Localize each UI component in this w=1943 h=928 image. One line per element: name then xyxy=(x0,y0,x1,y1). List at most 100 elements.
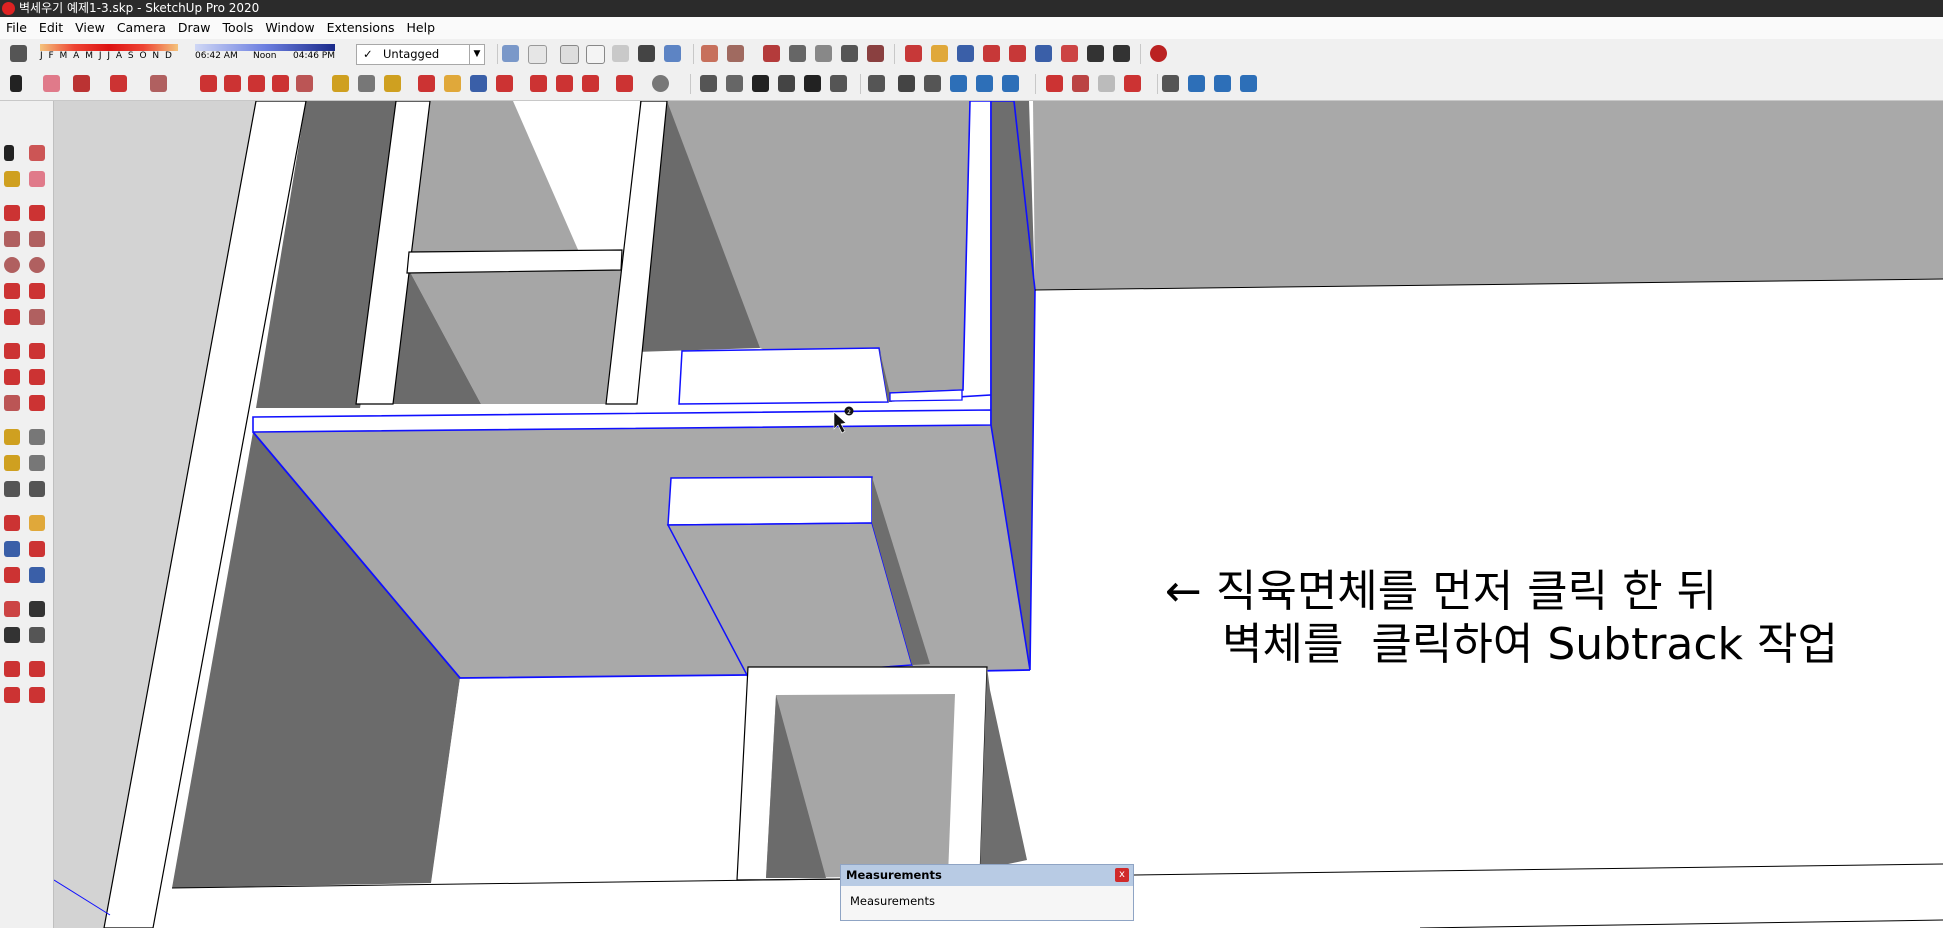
box-upper-top[interactable] xyxy=(678,347,889,405)
previous-view-icon[interactable] xyxy=(1035,45,1052,62)
rotate-icon[interactable] xyxy=(4,369,20,385)
pan-icon[interactable] xyxy=(29,515,45,531)
scale-icon[interactable] xyxy=(296,75,313,92)
hidden-line-icon[interactable] xyxy=(976,75,993,92)
zoom-extents-icon[interactable] xyxy=(1009,45,1026,62)
wireframe-icon[interactable] xyxy=(950,75,967,92)
menu-help[interactable]: Help xyxy=(401,17,442,39)
user-account-icon[interactable] xyxy=(652,75,669,92)
menu-window[interactable]: Window xyxy=(259,17,320,39)
box-lower-top[interactable] xyxy=(667,476,873,526)
outer-shell-icon[interactable] xyxy=(763,45,780,62)
union-icon[interactable] xyxy=(815,45,832,62)
menu-tools[interactable]: Tools xyxy=(217,17,260,39)
previous-icon[interactable] xyxy=(29,567,45,583)
shaded-icon[interactable] xyxy=(638,45,655,62)
shadow-time-slider[interactable]: 06:42 AM Noon 04:46 PM xyxy=(195,44,335,66)
chevron-down-icon[interactable]: ▼ xyxy=(469,45,484,64)
look-around-icon[interactable] xyxy=(29,601,45,617)
select-icon[interactable] xyxy=(4,145,14,161)
back-edges-icon[interactable] xyxy=(924,75,941,92)
trim-icon[interactable] xyxy=(867,45,884,62)
intersect-icon[interactable] xyxy=(789,45,806,62)
shadow-toggle-icon[interactable] xyxy=(10,45,27,62)
front-icon[interactable] xyxy=(726,75,743,92)
axes-icon[interactable] xyxy=(4,481,20,497)
house-right-icon[interactable] xyxy=(778,75,795,92)
zoom-window-icon[interactable] xyxy=(29,541,45,557)
shaded-icon[interactable] xyxy=(1002,75,1019,92)
text-icon[interactable] xyxy=(29,455,45,471)
top-view-icon[interactable] xyxy=(528,45,547,64)
ruby-icon[interactable] xyxy=(29,687,45,703)
make-component-icon[interactable] xyxy=(29,145,45,161)
3d-warehouse-icon[interactable] xyxy=(530,75,547,92)
menu-file[interactable]: File xyxy=(0,17,33,39)
paint-bucket-icon[interactable] xyxy=(384,75,401,92)
orbit-icon[interactable] xyxy=(418,75,435,92)
zoom-window-icon[interactable] xyxy=(983,45,1000,62)
section-plane-icon[interactable] xyxy=(29,627,45,643)
wireframe-icon[interactable] xyxy=(586,45,605,64)
tag-dropdown[interactable]: ✓ Untagged ▼ xyxy=(356,44,485,65)
freehand-icon[interactable] xyxy=(29,205,45,221)
house-left-icon[interactable] xyxy=(830,75,847,92)
solid-tools-split-icon[interactable] xyxy=(1124,75,1141,92)
model-scene[interactable]: 2 xyxy=(54,101,1943,928)
solid-tools-subtract-icon[interactable] xyxy=(1098,75,1115,92)
measurements-input[interactable]: Measurements xyxy=(841,886,1133,916)
zoom-extents-icon[interactable] xyxy=(4,567,20,583)
house-top-icon[interactable] xyxy=(752,75,769,92)
3d-text-icon[interactable] xyxy=(29,481,45,497)
menu-draw[interactable]: Draw xyxy=(172,17,217,39)
iso-icon[interactable] xyxy=(700,75,717,92)
arc-icon[interactable] xyxy=(4,283,20,299)
text-icon[interactable] xyxy=(358,75,375,92)
zoom-extents-icon[interactable] xyxy=(496,75,513,92)
polygon-icon[interactable] xyxy=(29,257,45,273)
pan-icon[interactable] xyxy=(444,75,461,92)
menu-view[interactable]: View xyxy=(69,17,111,39)
follow-me-icon[interactable] xyxy=(29,369,45,385)
arc-icon[interactable] xyxy=(110,75,127,92)
move-icon[interactable] xyxy=(248,75,265,92)
extension-warehouse-icon[interactable] xyxy=(556,75,573,92)
pan-icon[interactable] xyxy=(931,45,948,62)
walk-icon[interactable] xyxy=(1113,45,1130,62)
eraser-icon[interactable] xyxy=(43,75,60,92)
offset-icon[interactable] xyxy=(29,395,45,411)
house-back-icon[interactable] xyxy=(804,75,821,92)
menu-camera[interactable]: Camera xyxy=(111,17,172,39)
look-around-icon[interactable] xyxy=(1087,45,1104,62)
move-icon[interactable] xyxy=(4,343,20,359)
shaded-texture-icon[interactable] xyxy=(664,45,681,62)
position-camera-icon[interactable] xyxy=(1061,45,1078,62)
eraser-icon[interactable] xyxy=(29,171,45,187)
protractor-icon[interactable] xyxy=(4,455,20,471)
solid-tools-union-icon[interactable] xyxy=(1046,75,1063,92)
model-viewport[interactable]: 2 xyxy=(54,101,1943,928)
push-pull-icon[interactable] xyxy=(200,75,217,92)
display-section-fill-icon[interactable] xyxy=(1240,75,1257,92)
zoom-icon[interactable] xyxy=(470,75,487,92)
section-plane-icon[interactable] xyxy=(868,75,885,92)
display-section-cuts-icon[interactable] xyxy=(1214,75,1231,92)
iso-view-icon[interactable] xyxy=(502,45,519,62)
orbit-icon[interactable] xyxy=(905,45,922,62)
circle-icon[interactable] xyxy=(4,257,20,273)
xray-icon[interactable] xyxy=(898,75,915,92)
dimension-icon[interactable] xyxy=(29,429,45,445)
walk-icon[interactable] xyxy=(4,627,20,643)
sandbox-from-contours-icon[interactable] xyxy=(701,45,718,62)
scale-icon[interactable] xyxy=(4,395,20,411)
tape-measure-icon[interactable] xyxy=(332,75,349,92)
section-fill-icon[interactable] xyxy=(1162,75,1179,92)
follow-me-icon[interactable] xyxy=(224,75,241,92)
tape-measure-icon[interactable] xyxy=(4,429,20,445)
display-section-planes-icon[interactable] xyxy=(1188,75,1205,92)
pie-icon[interactable] xyxy=(29,309,45,325)
layout-icon[interactable] xyxy=(582,75,599,92)
position-camera-icon[interactable] xyxy=(4,601,20,617)
rotated-rectangle-icon[interactable] xyxy=(29,231,45,247)
zoom-icon[interactable] xyxy=(957,45,974,62)
